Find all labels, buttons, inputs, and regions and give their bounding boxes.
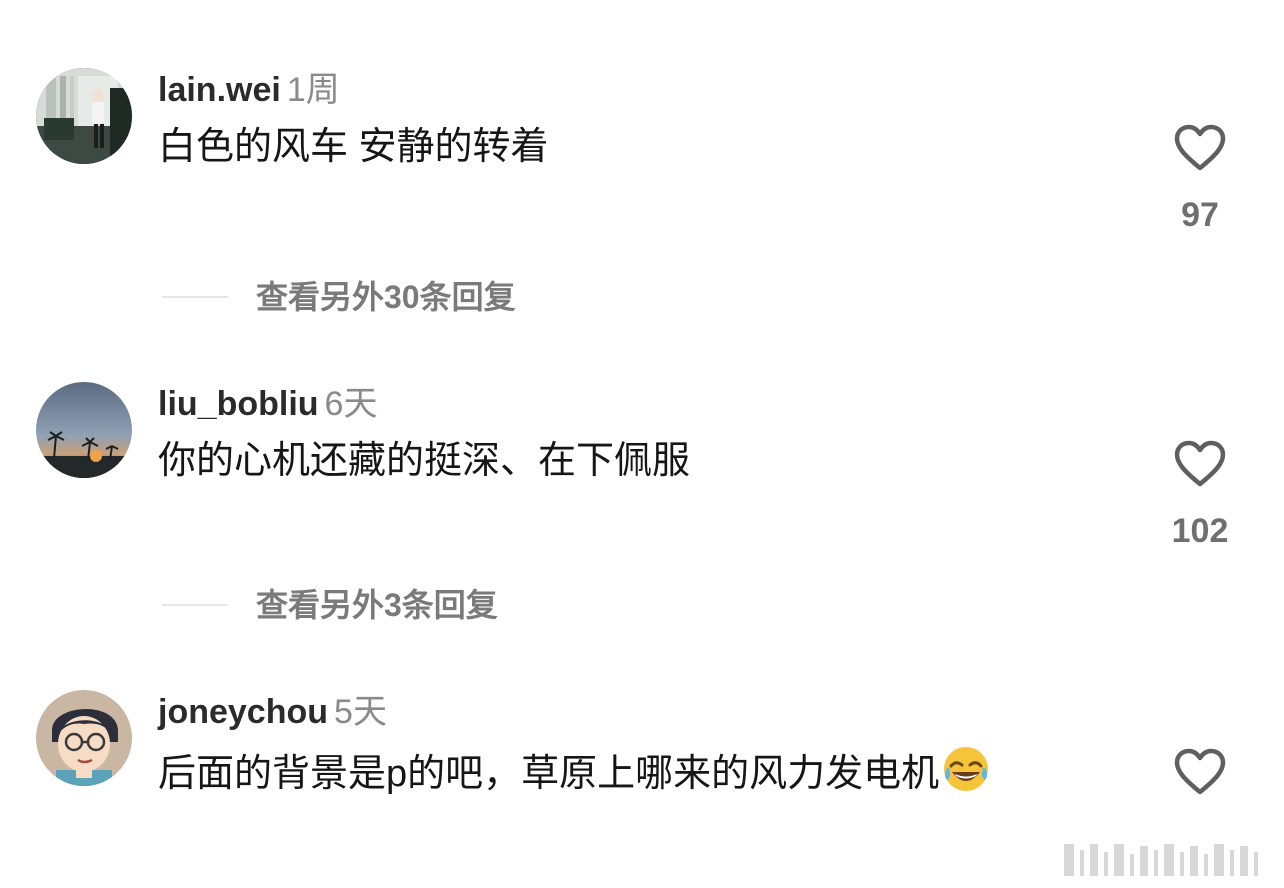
like-count: 97 [1181,196,1219,234]
replies-label: 查看另外30条回复 [256,279,516,315]
comment-meta: joneychou 5天 [158,692,387,732]
laughing-with-tears-emoji [941,744,991,807]
username[interactable]: joneychou [158,693,328,731]
comment-time: 6天 [324,385,378,423]
comment-text-content: 后面的背景是p的吧，草原上哪来的风力发电机 [158,753,940,795]
comment-text: 后面的背景是p的吧，草原上哪来的风力发电机 [158,744,991,807]
avatar[interactable] [36,690,132,786]
comment-time: 5天 [334,693,387,731]
comment-meta: liu_bobliu 6天 [158,384,377,424]
avatar-photo-icon [36,68,132,164]
comment-time: 1周 [286,71,340,109]
heart-outline-icon [1174,440,1226,487]
like-button[interactable]: 102 [1164,440,1236,551]
heart-outline-icon [1174,748,1226,795]
like-count: 102 [1171,512,1229,550]
like-button[interactable] [1164,748,1236,796]
watermark-logo [1060,840,1270,880]
comment-text: 白色的风车 安静的转着 [158,126,549,168]
comment-meta: lain.wei 1周 [158,70,340,110]
avatar-anime-icon [36,690,132,786]
like-button[interactable]: 97 [1164,124,1236,235]
replies-divider [162,604,228,606]
replies-label: 查看另外3条回复 [256,587,498,623]
heart-outline-icon [1174,124,1226,171]
avatar[interactable] [36,382,132,478]
replies-divider [162,296,228,298]
username[interactable]: lain.wei [158,71,281,109]
username[interactable]: liu_bobliu [158,385,319,423]
comment-text: 你的心机还藏的挺深、在下佩服 [158,440,691,482]
avatar-photo-icon [36,382,132,478]
avatar[interactable] [36,68,132,164]
